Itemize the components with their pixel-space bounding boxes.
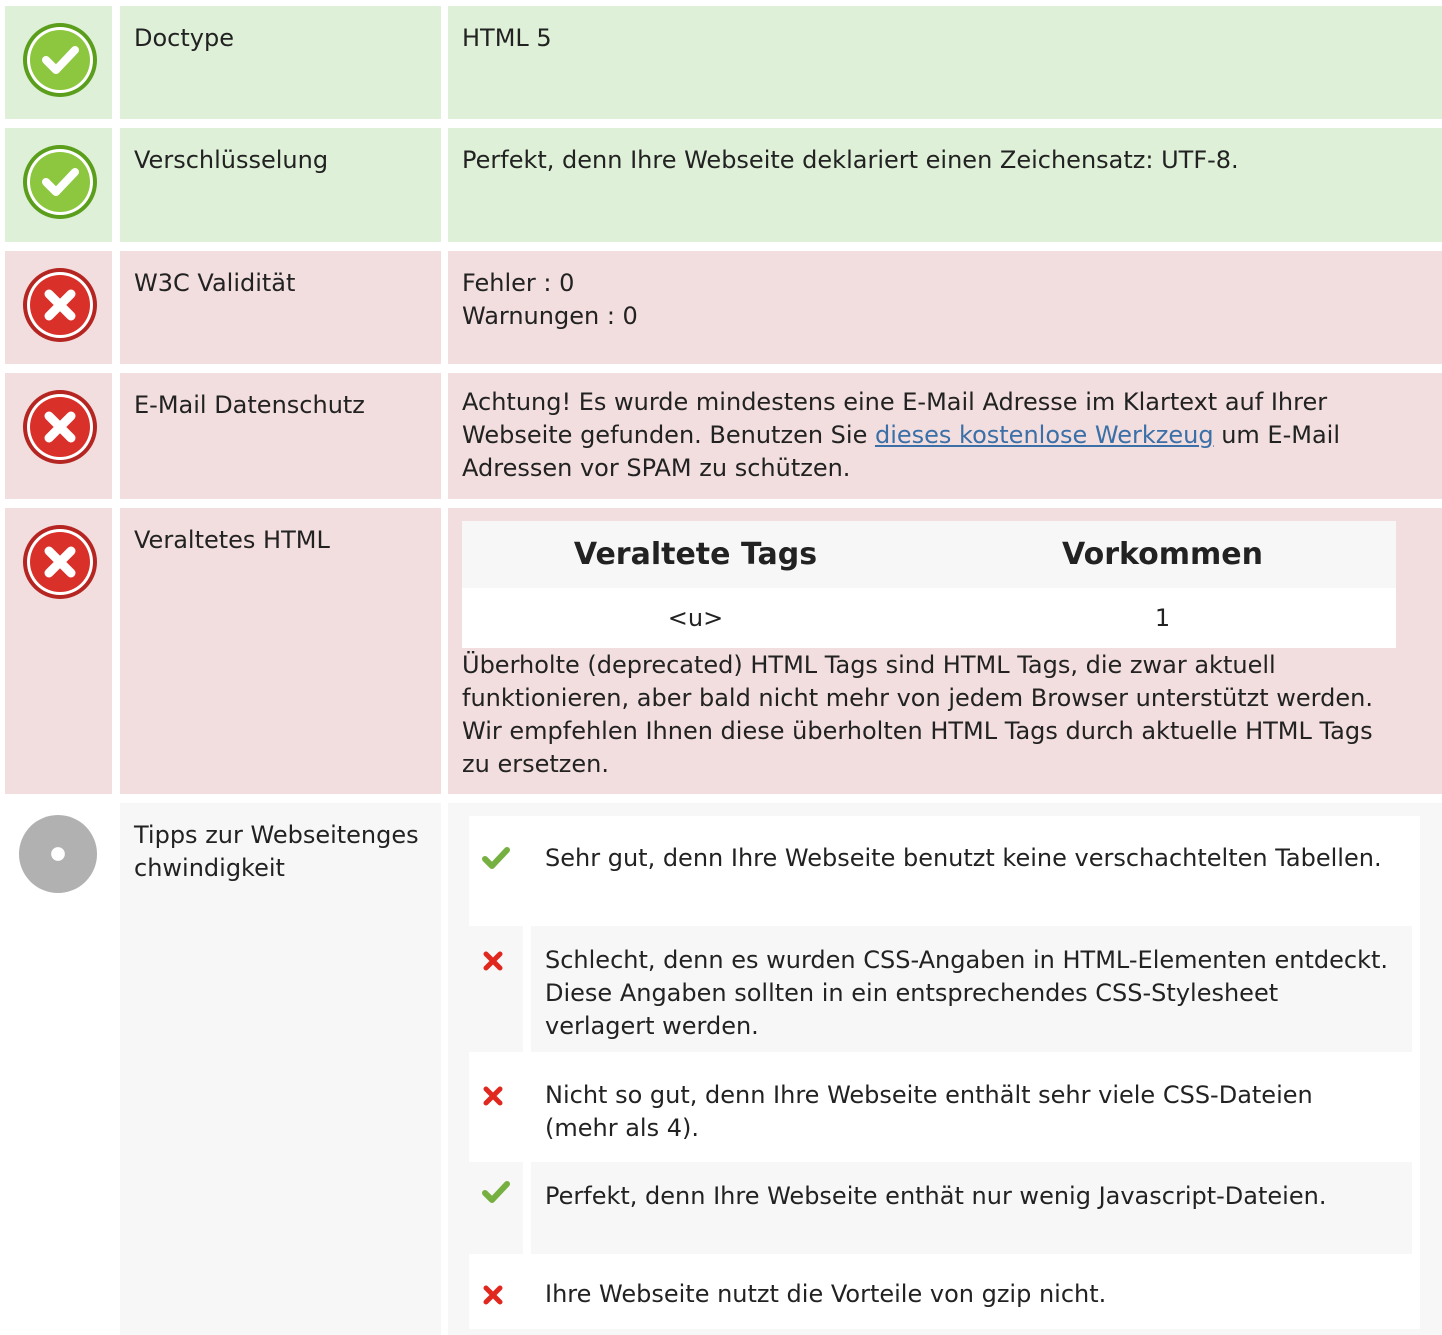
error-circle-icon (23, 390, 97, 464)
tip-text: Schlecht, denn es wurden CSS-Angaben in … (545, 946, 1389, 1040)
label-cell: Doctype (120, 6, 441, 119)
list-item: Perfekt, denn Ihre Webseite enthät nur w… (469, 1162, 1412, 1254)
list-item: Nicht so gut, denn Ihre Webseite enthält… (469, 1061, 1412, 1153)
error-circle-icon (23, 525, 97, 599)
list-item: Schlecht, denn es wurden CSS-Angaben in … (469, 926, 1412, 1052)
deprecated-note: Überholte (deprecated) HTML Tags sind HT… (462, 651, 1373, 778)
status-cell (5, 6, 112, 119)
value-cell: HTML 5 (448, 6, 1442, 119)
table-row: <u> 1 (462, 588, 1396, 648)
row-encoding: Verschlüsselung Perfekt, denn Ihre Webse… (5, 128, 1442, 242)
table-header: Veraltete Tags Vorkommen (462, 521, 1396, 588)
row-label: Verschlüsselung (134, 146, 329, 174)
status-cell (5, 373, 112, 499)
status-cell (5, 508, 112, 794)
row-label: W3C Validität (134, 269, 296, 297)
label-cell: Tipps zur Webseitengeschwindigkeit (120, 803, 441, 1335)
header-count: Vorkommen (1062, 537, 1263, 572)
error-circle-icon (23, 268, 97, 342)
deprecated-tags-table: Veraltete Tags Vorkommen <u> 1 (462, 521, 1396, 648)
free-tool-link[interactable]: dieses kostenlose Werkzeug (875, 421, 1214, 449)
label-cell: E-Mail Datenschutz (120, 373, 441, 499)
value-cell: Sehr gut, denn Ihre Webseite benutzt kei… (448, 803, 1442, 1335)
row-value: Achtung! Es wurde mindestens eine E-Mail… (462, 386, 1402, 485)
label-cell: W3C Validität (120, 251, 441, 364)
value-cell: Perfekt, denn Ihre Webseite deklariert e… (448, 128, 1442, 242)
row-label: Veraltetes HTML (134, 526, 330, 554)
row-deprecated-html: Veraltetes HTML Veraltete Tags Vorkommen… (5, 508, 1442, 794)
check-circle-icon (23, 23, 97, 97)
tip-text: Ihre Webseite nutzt die Vorteile von gzi… (545, 1280, 1107, 1308)
row-doctype: Doctype HTML 5 (5, 6, 1442, 119)
list-item: Sehr gut, denn Ihre Webseite benutzt kei… (469, 824, 1412, 919)
tip-text: Perfekt, denn Ihre Webseite enthät nur w… (545, 1182, 1327, 1210)
header-tag: Veraltete Tags (573, 537, 818, 572)
x-icon (483, 1285, 503, 1305)
tips-list: Sehr gut, denn Ihre Webseite benutzt kei… (469, 816, 1420, 1329)
row-speed-tips: Tipps zur Webseitengeschwindigkeit Sehr … (5, 803, 1442, 1335)
row-label: E-Mail Datenschutz (134, 391, 365, 419)
status-cell (5, 251, 112, 364)
value-cell: Fehler : 0 Warnungen : 0 (448, 251, 1442, 364)
value-cell: Veraltete Tags Vorkommen <u> 1 Überholte… (448, 508, 1442, 794)
label-cell: Veraltetes HTML (120, 508, 441, 794)
status-cell (5, 128, 112, 242)
check-icon (482, 1181, 510, 1203)
row-label: Doctype (134, 24, 234, 52)
list-item: Ihre Webseite nutzt die Vorteile von gzi… (469, 1264, 1412, 1324)
x-icon (483, 951, 503, 971)
row-value: Perfekt, denn Ihre Webseite deklariert e… (462, 146, 1239, 174)
tip-text: Nicht so gut, denn Ihre Webseite enthält… (545, 1081, 1313, 1142)
info-circle-icon (18, 814, 98, 894)
errors-count: Fehler : 0 (462, 269, 575, 297)
check-circle-icon (23, 145, 97, 219)
warnings-count: Warnungen : 0 (462, 302, 638, 330)
tag-cell: <u> (667, 604, 724, 632)
value-cell: Achtung! Es wurde mindestens eine E-Mail… (448, 373, 1442, 499)
tip-text: Sehr gut, denn Ihre Webseite benutzt kei… (545, 844, 1382, 872)
row-value: HTML 5 (462, 24, 552, 52)
check-icon (482, 847, 510, 869)
label-cell: Verschlüsselung (120, 128, 441, 242)
count-cell: 1 (1154, 604, 1171, 632)
x-icon (483, 1086, 503, 1106)
row-label: Tipps zur Webseitengeschwindigkeit (134, 821, 419, 882)
row-w3c: W3C Validität Fehler : 0 Warnungen : 0 (5, 251, 1442, 364)
status-cell (5, 803, 112, 1335)
row-email-privacy: E-Mail Datenschutz Achtung! Es wurde min… (5, 373, 1442, 499)
